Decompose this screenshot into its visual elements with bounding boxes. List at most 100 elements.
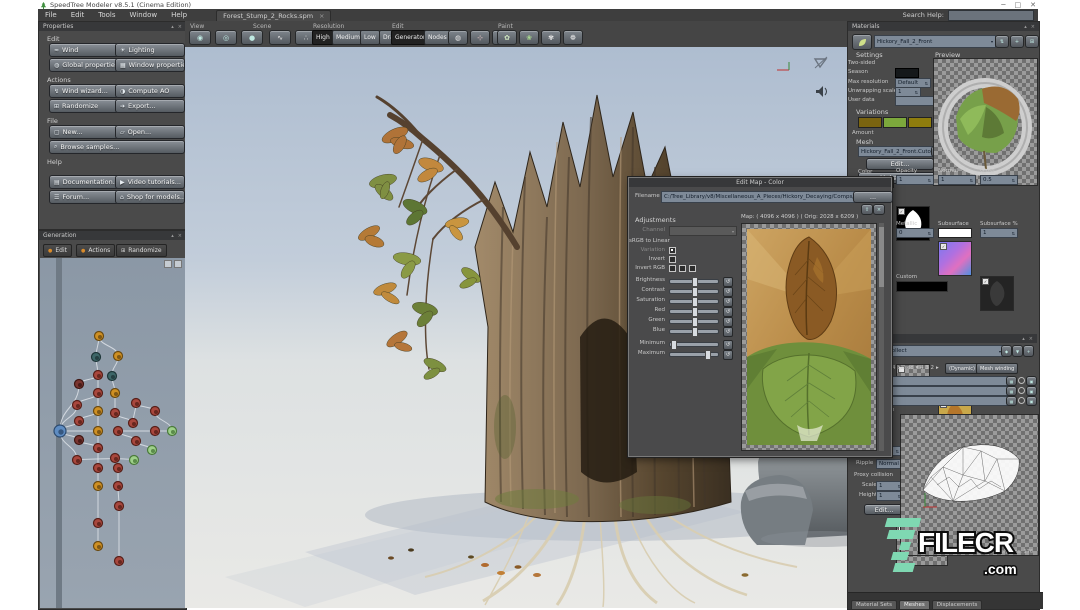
- subsurface-swatch[interactable]: [938, 228, 972, 238]
- variation-swatch[interactable]: [908, 117, 932, 128]
- global-properties-button[interactable]: ◍Global properties: [49, 58, 119, 72]
- material-leaf-icon[interactable]: [852, 34, 872, 50]
- menu-help[interactable]: Help: [164, 9, 194, 21]
- blue-slider[interactable]: [669, 329, 719, 334]
- season-swatch[interactable]: [895, 68, 919, 78]
- browse-samples-button[interactable]: ⌕Browse samples...: [49, 140, 185, 154]
- pin-icon[interactable]: ▴: [1024, 24, 1027, 30]
- variation-swatch[interactable]: [883, 117, 907, 128]
- search-help-input[interactable]: [948, 10, 1034, 21]
- material-stepper-icon[interactable]: ⇅: [995, 35, 1009, 48]
- green-slider[interactable]: [669, 319, 719, 324]
- srgb-checkbox[interactable]: [669, 247, 676, 254]
- reset-icon[interactable]: ↺: [723, 277, 733, 287]
- map-enabled-checkbox[interactable]: ✓: [940, 243, 947, 250]
- map-enabled-checkbox[interactable]: ✓: [982, 278, 989, 285]
- edit-map-dialog[interactable]: Edit Map - Color Filename C:/Tree_Librar…: [628, 177, 892, 457]
- lighting-button[interactable]: ☀Lighting: [115, 43, 185, 57]
- folder-up-icon[interactable]: ⇧: [861, 204, 873, 215]
- red-slider[interactable]: [669, 309, 719, 314]
- paint-prune-icon[interactable]: ✾: [541, 30, 561, 45]
- map-preview-frame[interactable]: [741, 223, 877, 451]
- material-add-icon[interactable]: +: [1010, 35, 1024, 48]
- material-duplicate-icon[interactable]: ⊞: [1025, 35, 1039, 48]
- panel-close-icon[interactable]: ×: [178, 233, 182, 239]
- document-tab[interactable]: Forest_Stump_2_Rocks.spm ×: [216, 10, 331, 21]
- row-grid-icon[interactable]: ▦: [1006, 376, 1017, 386]
- randomize-button[interactable]: ⊞Randomize: [49, 99, 119, 113]
- invert-g-checkbox[interactable]: [679, 265, 686, 272]
- reset-icon[interactable]: ↺: [723, 327, 733, 337]
- normal-map-thumb[interactable]: ✓: [938, 241, 972, 276]
- custom-swatch[interactable]: [896, 281, 948, 292]
- export-button[interactable]: ➔Export...: [115, 99, 185, 113]
- maximum-slider[interactable]: [669, 352, 719, 357]
- look-around-icon[interactable]: ◎: [215, 30, 237, 45]
- wind-indicator-icon[interactable]: [813, 55, 829, 74]
- row-radio[interactable]: [1018, 377, 1025, 384]
- focus-icon[interactable]: ●: [241, 30, 263, 45]
- row-box-icon[interactable]: ▣: [1026, 386, 1037, 396]
- collection-add-icon[interactable]: +: [1023, 345, 1034, 357]
- reset-icon[interactable]: ↺: [723, 287, 733, 297]
- panel-close-icon[interactable]: ×: [1029, 336, 1033, 342]
- paint-leaf-icon[interactable]: ❀: [519, 30, 539, 45]
- menu-tools[interactable]: Tools: [91, 9, 122, 21]
- invert-checkbox[interactable]: [669, 256, 676, 263]
- row-grid-icon[interactable]: ▦: [1006, 386, 1017, 396]
- reset-icon[interactable]: ↺: [723, 317, 733, 327]
- measure-tool-icon[interactable]: ⊹: [470, 30, 490, 45]
- collection-diamond-icon[interactable]: ◆: [1001, 345, 1012, 357]
- paint-mesh-icon[interactable]: ❁: [563, 30, 583, 45]
- browse-button[interactable]: ...: [853, 191, 893, 203]
- graph-overview-icon[interactable]: [164, 260, 172, 268]
- row-grid-icon[interactable]: ▦: [1006, 396, 1017, 406]
- open-button[interactable]: ▱Open...: [115, 125, 185, 139]
- pin-icon[interactable]: ▴: [171, 233, 174, 239]
- dynamic-button[interactable]: (Dynamic): [945, 363, 979, 374]
- reset-icon[interactable]: ↺: [723, 307, 733, 317]
- reset-icon[interactable]: ↺: [723, 340, 733, 350]
- filename-input[interactable]: C:/Tree_Library/v8/Miscellaneous_A_Piece…: [661, 191, 855, 203]
- sphere-tool-icon[interactable]: ◍: [448, 30, 468, 45]
- reset-icon[interactable]: ↺: [723, 350, 733, 360]
- edit-nodes-button[interactable]: Nodes: [424, 30, 451, 45]
- metallic-value-field[interactable]: 0⇅: [896, 228, 934, 238]
- dialog-titlebar[interactable]: Edit Map - Color: [629, 178, 891, 187]
- menu-file[interactable]: File: [38, 9, 64, 21]
- minimize-icon[interactable]: ─: [1001, 1, 1005, 9]
- subsurface-pct-value-field[interactable]: 1⇅: [980, 228, 1018, 238]
- contrast-slider[interactable]: [669, 289, 719, 294]
- row-box-icon[interactable]: ▣: [1026, 396, 1037, 406]
- minimum-slider[interactable]: [669, 342, 719, 347]
- resolution-high-button[interactable]: High: [312, 30, 334, 45]
- row-radio[interactable]: [1018, 387, 1025, 394]
- clear-map-icon[interactable]: ×: [873, 204, 885, 215]
- map-enabled-checkbox[interactable]: ✓: [898, 208, 905, 215]
- video-tutorials-button[interactable]: ▶Video tutorials...: [115, 175, 185, 189]
- collection-save-icon[interactable]: ▼: [1012, 345, 1023, 357]
- leaf-clusters[interactable]: [356, 124, 483, 382]
- mesh-select[interactable]: Hickory_Fall_2_Front.Cutout▾: [858, 146, 934, 157]
- shop-models-button[interactable]: ⌂Shop for models...: [115, 190, 185, 204]
- invert-b-checkbox[interactable]: [689, 265, 696, 272]
- generation-actions-button[interactable]: ●Actions: [76, 244, 115, 257]
- variation-swatch[interactable]: [858, 117, 882, 128]
- generation-randomize-button[interactable]: ⊞Randomize: [116, 244, 167, 257]
- maximize-icon[interactable]: □: [1015, 1, 1022, 9]
- orbit-view-icon[interactable]: ◉: [189, 30, 211, 45]
- gloss-map-thumb[interactable]: ✓: [980, 276, 1014, 311]
- panel-close-icon[interactable]: ×: [1031, 24, 1035, 30]
- normal-value-field[interactable]: 1⇅: [938, 175, 976, 185]
- generation-graph-area[interactable]: [40, 258, 185, 608]
- row-radio[interactable]: [1018, 397, 1025, 404]
- material-preview[interactable]: [933, 58, 1038, 186]
- graph-fit-icon[interactable]: [174, 260, 182, 268]
- forum-button[interactable]: ☰Forum...: [49, 190, 119, 204]
- brightness-slider[interactable]: [669, 279, 719, 284]
- play-button[interactable]: ▸: [936, 365, 939, 371]
- user-data-field[interactable]: [895, 96, 935, 106]
- window-properties-button[interactable]: ▦Window properties: [115, 58, 185, 72]
- close-icon[interactable]: ✕: [1030, 1, 1036, 9]
- curve-tool-icon[interactable]: ∿: [269, 30, 291, 45]
